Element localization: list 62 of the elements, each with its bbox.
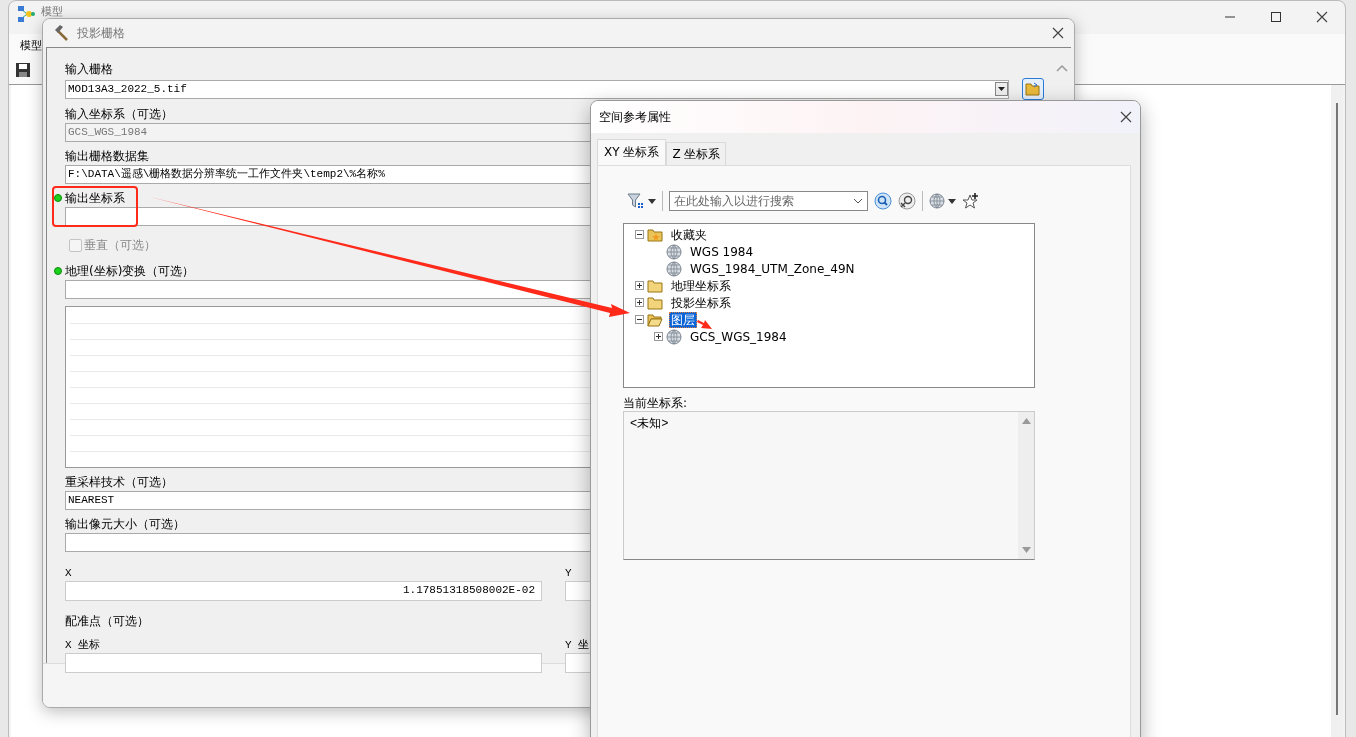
field-label: 输出像元大小（可选） xyxy=(65,515,185,533)
expand-icon[interactable] xyxy=(634,298,644,307)
search-field[interactable]: 在此处输入以进行搜索 xyxy=(669,191,868,211)
input-field[interactable] xyxy=(65,653,542,673)
tree-item[interactable]: GCS_WGS_1984 xyxy=(688,328,789,345)
window-title: 模型 xyxy=(41,5,63,18)
field-label: X 坐标 xyxy=(65,638,102,653)
browse-button[interactable] xyxy=(1022,78,1044,100)
star-add-icon[interactable] xyxy=(962,192,980,210)
new-crs-button[interactable] xyxy=(929,193,956,209)
close-icon[interactable] xyxy=(1316,11,1328,23)
dialog-title: 空间参考属性 xyxy=(599,108,671,126)
dialog-title: 投影栅格 xyxy=(77,24,125,42)
section-label: 配准点（可选） xyxy=(65,613,150,629)
folder-icon xyxy=(1025,82,1041,96)
close-icon[interactable] xyxy=(1052,27,1064,39)
globe-icon xyxy=(666,243,682,260)
filter-icon xyxy=(627,192,645,210)
field-label: 重采样技术（可选） xyxy=(65,473,173,491)
globe-icon xyxy=(666,260,682,277)
field-label: 输出栅格数据集 xyxy=(65,147,149,165)
tab[interactable]: Z 坐标系 xyxy=(666,142,727,165)
tree-item[interactable]: 图层 xyxy=(669,311,697,328)
model-icon xyxy=(17,5,35,23)
field-label: 输出坐标系 xyxy=(65,189,125,207)
clear-search-icon[interactable] xyxy=(898,192,916,210)
current-crs-value: <未知> xyxy=(629,416,670,433)
expand-icon[interactable] xyxy=(653,332,663,341)
globe-icon xyxy=(929,193,945,209)
checkbox-label: 垂直（可选） xyxy=(84,236,156,254)
folder-icon xyxy=(647,295,663,310)
tree-item[interactable]: WGS_1984_UTM_Zone_49N xyxy=(688,260,857,277)
field-label: Y xyxy=(565,566,573,581)
dropdown-field[interactable]: MOD13A3_2022_5.tif xyxy=(65,79,1009,99)
expand-icon[interactable] xyxy=(634,281,644,290)
tree-item[interactable]: 投影坐标系 xyxy=(669,294,733,311)
tree-item[interactable]: 地理坐标系 xyxy=(669,277,733,294)
close-icon[interactable] xyxy=(1120,111,1132,123)
field-label: 输入栅格 xyxy=(65,60,113,78)
globe-icon xyxy=(666,328,682,345)
scrollbar[interactable] xyxy=(1331,85,1343,737)
folder-icon xyxy=(647,278,663,293)
save-icon[interactable] xyxy=(15,62,31,78)
field-label: 地理(坐标)变换（可选） xyxy=(65,262,195,280)
input-field[interactable]: 1.17851318508002E-02 xyxy=(65,581,542,601)
field-label: Y 坐 xyxy=(565,638,591,653)
open-folder-icon xyxy=(647,312,663,327)
filter-button[interactable] xyxy=(627,192,656,210)
search-icon[interactable] xyxy=(874,192,892,210)
current-crs-label: 当前坐标系: xyxy=(623,395,689,411)
chevron-down-icon[interactable] xyxy=(853,198,863,204)
field-label: 输入坐标系（可选） xyxy=(65,105,173,123)
collapse-icon[interactable] xyxy=(634,230,644,239)
menu-item[interactable]: 模型 xyxy=(20,37,42,53)
tab[interactable]: XY 坐标系 xyxy=(597,139,667,165)
collapse-icon[interactable] xyxy=(634,315,644,324)
maximize-icon[interactable] xyxy=(1271,12,1281,22)
tree-item[interactable]: WGS 1984 xyxy=(688,243,756,260)
field-label: X xyxy=(65,566,73,581)
star-folder-icon xyxy=(647,227,663,242)
tree-item[interactable]: 收藏夹 xyxy=(669,226,709,243)
annotation-arrow xyxy=(697,320,712,329)
